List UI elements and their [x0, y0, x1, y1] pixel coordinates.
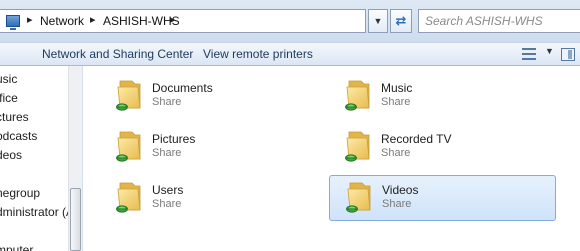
shared-folder-icon: [114, 78, 142, 112]
command-bar: Network and Sharing Center View remote p…: [0, 42, 580, 66]
nav-item-administrator[interactable]: dministrator (A: [0, 205, 74, 219]
share-type: Share: [152, 198, 182, 210]
pane-divider[interactable]: [82, 66, 83, 251]
view-remote-printers-button[interactable]: View remote printers: [203, 47, 313, 61]
share-type: Share: [382, 198, 412, 210]
nav-item-music[interactable]: usic: [0, 72, 17, 86]
breadcrumb-separator-icon[interactable]: ▸: [90, 13, 96, 26]
share-item-users[interactable]: Users Share: [92, 176, 320, 222]
shared-folder-icon: [114, 129, 142, 163]
share-item-documents[interactable]: Documents Share: [92, 74, 320, 120]
nav-item-office[interactable]: ffice: [0, 91, 18, 105]
nav-item-videos[interactable]: deos: [0, 148, 22, 162]
nav-item-podcasts[interactable]: odcasts: [0, 129, 37, 143]
share-item-music[interactable]: Music Share: [321, 74, 549, 120]
share-name: Videos: [382, 183, 419, 197]
share-name: Pictures: [152, 132, 196, 146]
address-bar-row: ▸ Network ▸ ASHISH-WHS ▸ ▼ ⇄: [0, 0, 580, 42]
share-type: Share: [381, 96, 411, 108]
share-name: Recorded TV: [381, 132, 452, 146]
nav-item-pictures[interactable]: ctures: [0, 110, 29, 124]
view-options-dropdown-icon[interactable]: ▼: [545, 46, 554, 56]
search-input[interactable]: [425, 13, 575, 29]
refresh-icon: ⇄: [395, 13, 407, 28]
shared-folder-icon: [344, 180, 372, 214]
share-item-recorded-tv[interactable]: Recorded TV Share: [321, 125, 549, 171]
shared-folder-icon: [114, 180, 142, 214]
share-type: Share: [381, 147, 411, 159]
address-dropdown-button[interactable]: ▼: [368, 9, 388, 33]
share-name: Users: [152, 183, 184, 197]
breadcrumb-separator-icon[interactable]: ▸: [170, 13, 176, 26]
share-name: Music: [381, 81, 413, 95]
address-bar[interactable]: ▸ Network ▸ ASHISH-WHS ▸: [0, 9, 366, 33]
breadcrumb-separator-icon[interactable]: ▸: [27, 13, 33, 26]
share-type: Share: [152, 96, 182, 108]
network-icon: [6, 15, 20, 30]
shared-folder-icon: [343, 129, 371, 163]
nav-item-homegroup[interactable]: negroup: [0, 186, 40, 200]
breadcrumb-computer[interactable]: ASHISH-WHS: [103, 14, 180, 28]
share-type: Share: [152, 147, 182, 159]
share-item-videos[interactable]: Videos Share: [329, 175, 556, 221]
network-sharing-center-button[interactable]: Network and Sharing Center: [42, 47, 193, 61]
nav-scrollbar[interactable]: [68, 66, 82, 251]
share-name: Documents: [152, 81, 213, 95]
shared-folder-icon: [343, 78, 371, 112]
nav-scrollbar-thumb[interactable]: [70, 188, 81, 251]
preview-pane-icon[interactable]: [561, 48, 575, 61]
search-box[interactable]: [418, 9, 580, 33]
refresh-button[interactable]: ⇄: [390, 9, 412, 33]
breadcrumb-network[interactable]: Network: [40, 14, 84, 28]
change-view-icon[interactable]: [522, 48, 536, 60]
nav-item-computer[interactable]: mputer: [0, 243, 33, 251]
share-item-pictures[interactable]: Pictures Share: [92, 125, 320, 171]
